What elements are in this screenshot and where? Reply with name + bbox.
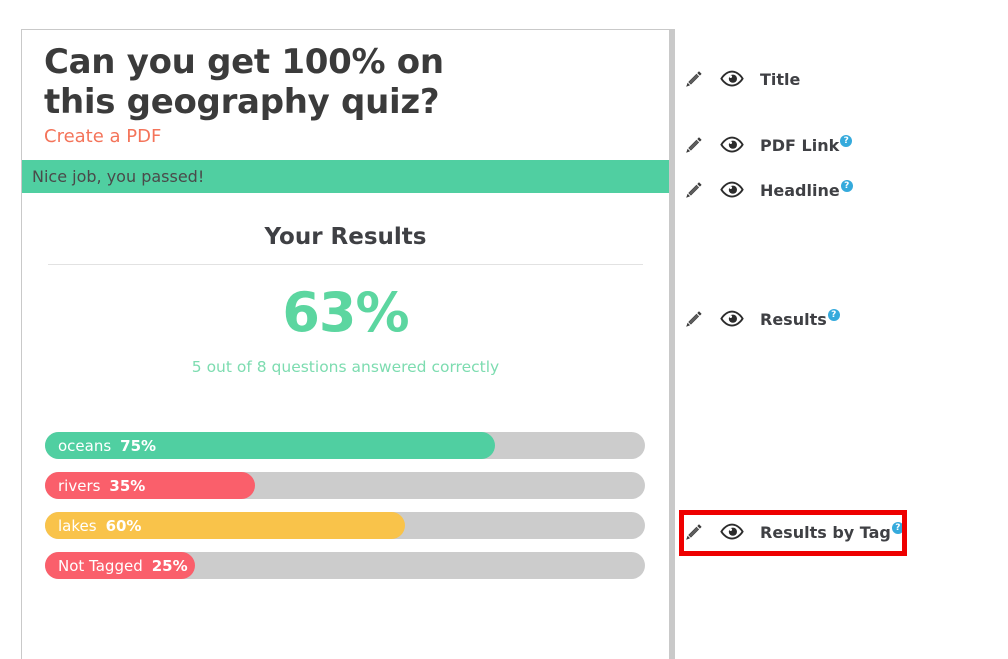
create-pdf-link[interactable]: Create a PDF (44, 126, 161, 147)
pencil-icon[interactable] (681, 68, 707, 90)
results-by-tag-chart: oceans 75% rivers 35% lakes 60% Not Tagged 25% (34, 432, 657, 580)
tag-bar-fill: rivers 35% (45, 472, 255, 500)
inspector-row-label: PDF Link? (760, 135, 853, 155)
inspector-row-title: Title (681, 66, 800, 92)
tag-bar-row: rivers 35% (45, 472, 645, 500)
inspector-row-label: Results? (760, 309, 840, 329)
tag-bar-fill: lakes 60% (45, 512, 405, 540)
eye-icon[interactable] (719, 179, 745, 201)
tag-bar-label: lakes (58, 516, 97, 535)
score-percentage: 63% (282, 281, 409, 345)
tag-bar-value: 35% (109, 476, 146, 495)
results-section: Your Results 63% 5 out of 8 questions an… (22, 193, 669, 580)
tag-bar-value: 25% (151, 556, 188, 575)
eye-icon[interactable] (719, 68, 745, 90)
tag-bar-label: oceans (58, 436, 112, 455)
tag-bar-fill: oceans 75% (45, 432, 495, 460)
quiz-result-preview-card: Can you get 100% on this geography quiz?… (21, 29, 675, 659)
question-mark-icon[interactable]: ? (840, 180, 853, 193)
inspector-row-label: Title (760, 69, 801, 89)
eye-icon[interactable] (719, 134, 745, 156)
tag-bar-value: 75% (120, 436, 157, 455)
tag-bar-fill: Not Tagged 25% (45, 552, 195, 580)
card-content: Can you get 100% on this geography quiz?… (22, 30, 669, 147)
highlight-annotation-box (679, 510, 907, 556)
pass-banner-text: Nice job, you passed! (32, 167, 205, 187)
pencil-icon[interactable] (681, 134, 707, 156)
inspector-row-pdf-link: PDF Link? (681, 132, 853, 158)
question-mark-icon[interactable]: ? (840, 135, 853, 148)
tag-bar-label: Not Tagged (58, 556, 143, 575)
inspector-row-headline: Headline? (681, 177, 853, 203)
inspector-row-label: Headline? (760, 180, 853, 200)
pass-status-banner: Nice job, you passed! (22, 160, 669, 194)
pencil-icon[interactable] (681, 308, 707, 330)
tag-bar-row: oceans 75% (45, 432, 645, 460)
tag-bar-value: 60% (105, 516, 142, 535)
tag-bar-row: Not Tagged 25% (45, 552, 645, 580)
question-mark-icon[interactable]: ? (827, 309, 840, 322)
tag-bar-row: lakes 60% (45, 512, 645, 540)
eye-icon[interactable] (719, 308, 745, 330)
results-heading: Your Results (264, 224, 427, 251)
inspector-row-results: Results? (681, 306, 840, 332)
pencil-icon[interactable] (681, 179, 707, 201)
divider (48, 264, 643, 266)
page-title: Can you get 100% on this geography quiz? (44, 42, 444, 123)
score-detail-text: 5 out of 8 questions answered correctly (191, 358, 500, 377)
tag-bar-label: rivers (58, 476, 101, 495)
